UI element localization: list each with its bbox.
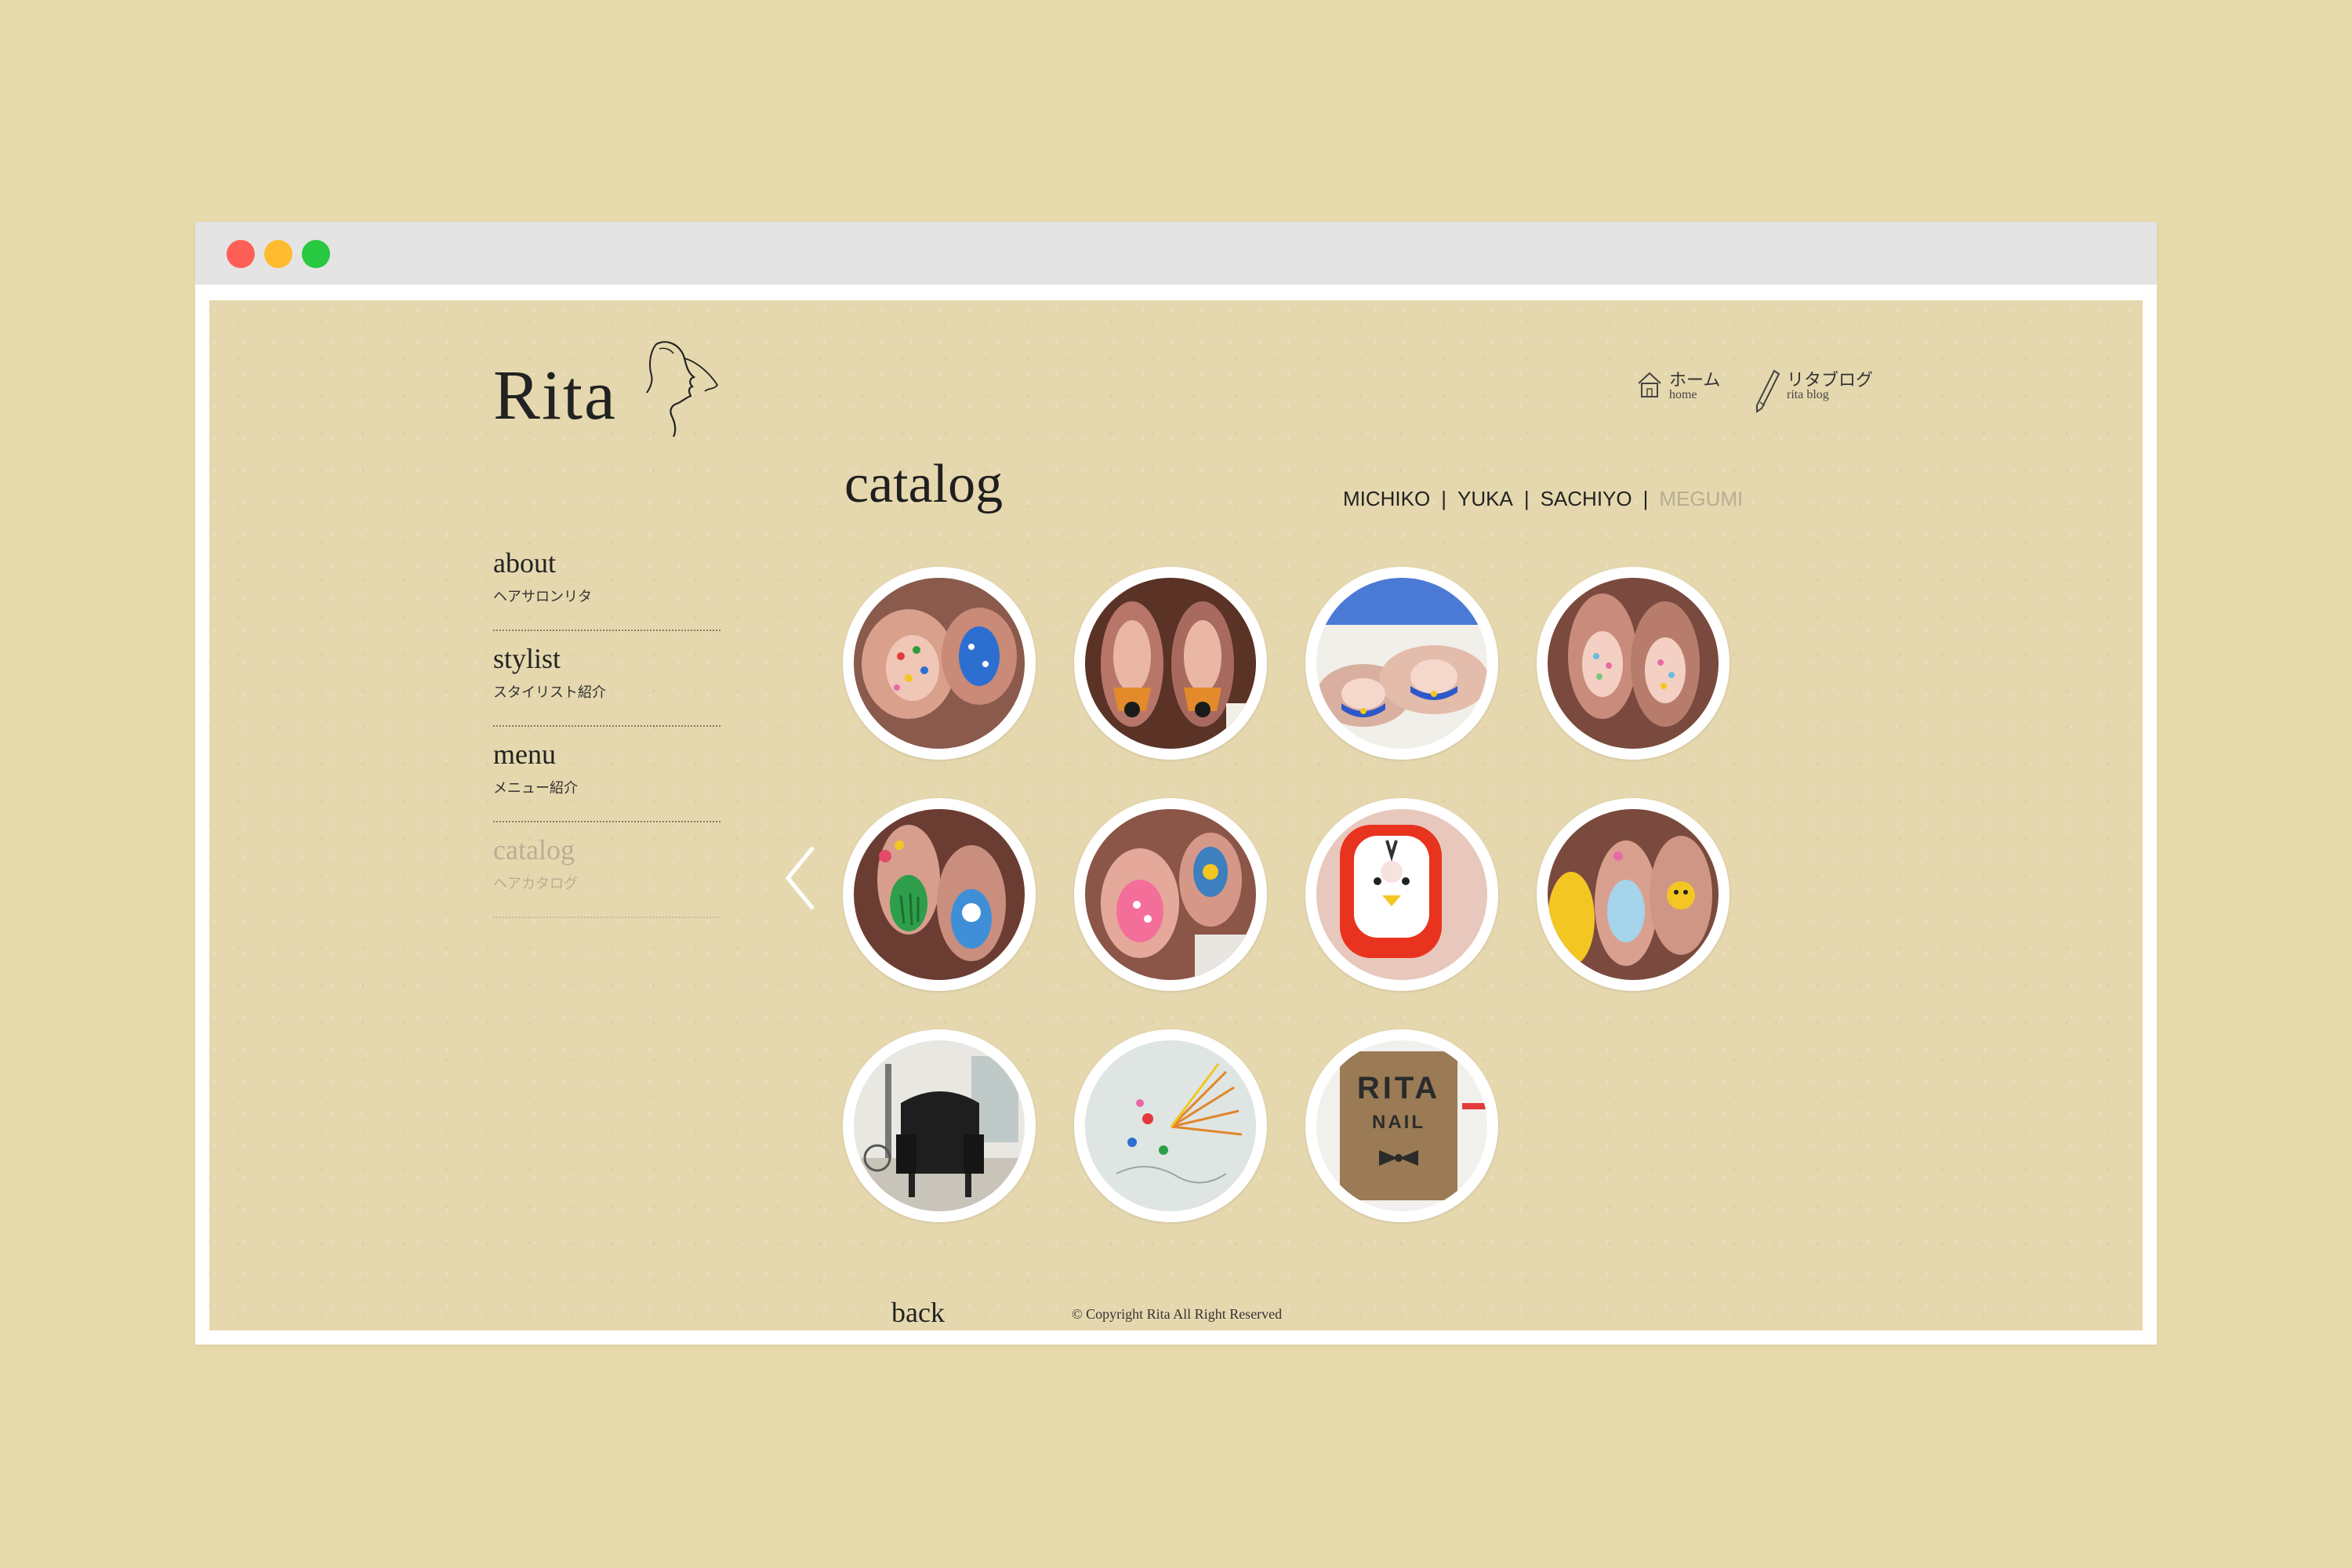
catalog-thumbnail[interactable] <box>1074 567 1267 760</box>
salon-wall-art-image <box>1085 1040 1256 1211</box>
house-icon <box>1638 372 1661 397</box>
sidebar-item-menu[interactable]: menu メニュー紹介 <box>493 727 720 822</box>
minimize-window-button[interactable] <box>264 240 292 268</box>
browser-titlebar <box>195 222 2157 285</box>
blog-link-sublabel: rita blog <box>1787 388 1829 401</box>
sidebar-nav: about ヘアサロンリタ stylist スタイリスト紹介 menu メニュー… <box>493 535 720 918</box>
home-link[interactable]: ホーム home <box>1636 366 1722 413</box>
site-logo[interactable]: Rita <box>493 338 744 440</box>
nail-bear-face-image <box>1316 809 1487 980</box>
woman-profile-icon <box>646 341 719 437</box>
sidebar-item-label: menu <box>493 739 556 770</box>
stylist-link-megumi[interactable]: MEGUMI <box>1659 487 1743 511</box>
pen-icon <box>1756 369 1780 413</box>
catalog-thumbnail[interactable] <box>843 1029 1036 1222</box>
home-link-sublabel: home <box>1669 388 1697 401</box>
stylist-link-michiko[interactable]: MICHIKO <box>1343 487 1430 511</box>
sidebar-item-sublabel: スタイリスト紹介 <box>493 684 606 700</box>
nail-pink-floral-image <box>1085 809 1256 980</box>
maximize-window-button[interactable] <box>302 240 330 268</box>
sidebar-item-sublabel: ヘアカタログ <box>493 876 578 891</box>
sign-text-nail: NAIL <box>1372 1112 1425 1133</box>
catalog-thumbnail[interactable] <box>843 798 1036 991</box>
close-window-button[interactable] <box>227 240 255 268</box>
catalog-thumbnail[interactable] <box>1074 798 1267 991</box>
nail-pastel-dots-image <box>1548 578 1719 749</box>
catalog-thumbnail[interactable] <box>1074 1029 1267 1222</box>
salon-black-chair-image <box>854 1040 1025 1211</box>
catalog-thumbnail[interactable]: RITA NAIL <box>1305 1029 1498 1222</box>
sidebar-item-stylist[interactable]: stylist スタイリスト紹介 <box>493 631 720 727</box>
back-link[interactable]: back <box>891 1296 945 1329</box>
nail-yellow-bear-image <box>1548 809 1719 980</box>
nail-cactus-green-image <box>854 809 1025 980</box>
browser-window: Rita ホーム home リタブログ rita blog about ヘアサロ… <box>195 222 2157 1345</box>
catalog-thumbnail[interactable] <box>1305 567 1498 760</box>
catalog-thumbnail[interactable] <box>843 567 1036 760</box>
stylist-filter-nav: MICHIKO | YUKA | SACHIYO | MEGUMI <box>1343 487 1743 511</box>
nail-colorful-dots-image <box>854 578 1025 749</box>
separator: | <box>1642 487 1649 510</box>
stylist-link-yuka[interactable]: YUKA <box>1457 487 1513 511</box>
page-title: catalog <box>844 454 1004 514</box>
chevron-left-icon[interactable] <box>782 843 821 913</box>
sidebar-item-label: stylist <box>493 643 561 674</box>
nail-orange-black-tips-image <box>1085 578 1256 749</box>
blog-link[interactable]: リタブログ rita blog <box>1754 366 1873 413</box>
catalog-thumbnail[interactable] <box>1537 567 1730 760</box>
stylist-link-sachiyo[interactable]: SACHIYO <box>1541 487 1632 511</box>
separator: | <box>1523 487 1530 510</box>
copyright-text: © Copyright Rita All Right Reserved <box>1072 1306 1283 1322</box>
catalog-thumbnail[interactable] <box>1305 798 1498 991</box>
logo-text: Rita <box>493 357 617 434</box>
web-page: Rita ホーム home リタブログ rita blog about ヘアサロ… <box>209 300 2143 1330</box>
sidebar-item-sublabel: ヘアサロンリタ <box>493 589 592 604</box>
sidebar-item-about[interactable]: about ヘアサロンリタ <box>493 535 720 631</box>
rita-nail-sign-image: RITA NAIL <box>1316 1040 1487 1211</box>
sidebar-item-label: catalog <box>493 834 575 866</box>
sidebar-item-catalog[interactable]: catalog ヘアカタログ <box>493 822 720 918</box>
nail-blue-french-image <box>1316 578 1487 749</box>
sign-text-rita: RITA <box>1357 1071 1440 1105</box>
sidebar-item-sublabel: メニュー紹介 <box>493 780 578 796</box>
separator: | <box>1441 487 1446 510</box>
sidebar-item-label: about <box>493 547 556 579</box>
catalog-thumbnail[interactable] <box>1537 798 1730 991</box>
